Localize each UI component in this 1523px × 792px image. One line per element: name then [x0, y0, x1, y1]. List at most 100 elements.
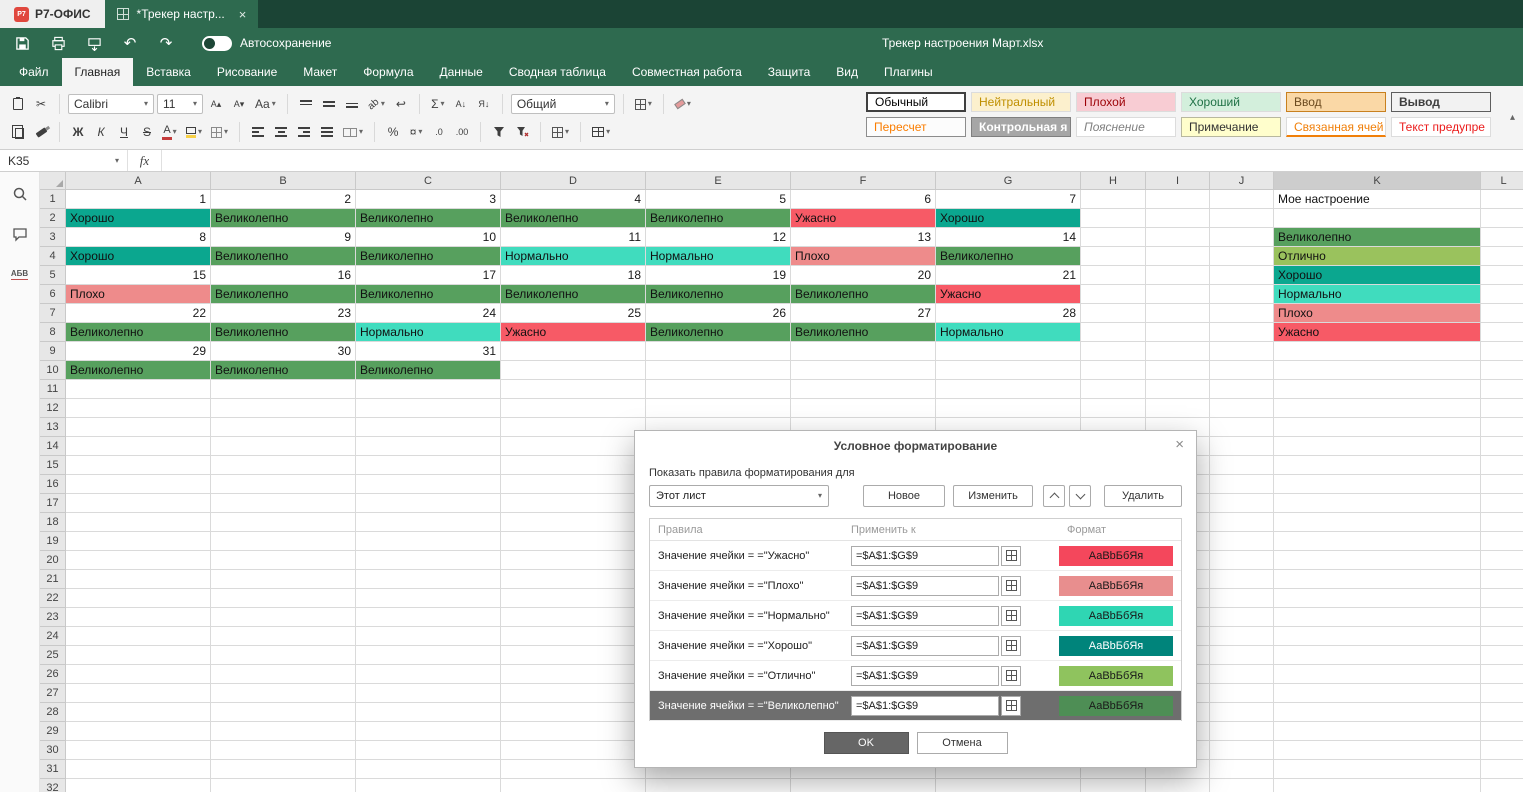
- cell-D27[interactable]: [501, 684, 646, 703]
- formula-input[interactable]: [162, 150, 1523, 171]
- cell-J15[interactable]: [1210, 456, 1274, 475]
- cell-A28[interactable]: [66, 703, 211, 722]
- cell-D30[interactable]: [501, 741, 646, 760]
- row-header-32[interactable]: 32: [40, 779, 66, 792]
- cell-L5[interactable]: [1481, 266, 1523, 285]
- cell-G1[interactable]: 7: [936, 190, 1081, 209]
- cell-K9[interactable]: [1274, 342, 1481, 361]
- rule-range-input[interactable]: [851, 636, 999, 656]
- cell-F7[interactable]: 27: [791, 304, 936, 323]
- merge-cells-button[interactable]: ▾: [340, 122, 366, 142]
- cell-D17[interactable]: [501, 494, 646, 513]
- column-header-H[interactable]: H: [1081, 172, 1146, 190]
- row-header-19[interactable]: 19: [40, 532, 66, 551]
- cell-C21[interactable]: [356, 570, 501, 589]
- cell-K21[interactable]: [1274, 570, 1481, 589]
- cell-I5[interactable]: [1146, 266, 1210, 285]
- row-header-2[interactable]: 2: [40, 209, 66, 228]
- cell-G12[interactable]: [936, 399, 1081, 418]
- cell-E7[interactable]: 26: [646, 304, 791, 323]
- column-header-E[interactable]: E: [646, 172, 791, 190]
- select-all-corner[interactable]: [40, 172, 66, 190]
- cell-A4[interactable]: Хорошо: [66, 247, 211, 266]
- cell-J9[interactable]: [1210, 342, 1274, 361]
- row-header-28[interactable]: 28: [40, 703, 66, 722]
- cell-B5[interactable]: 16: [211, 266, 356, 285]
- cell-L7[interactable]: [1481, 304, 1523, 323]
- cell-D21[interactable]: [501, 570, 646, 589]
- column-header-L[interactable]: L: [1481, 172, 1523, 190]
- row-header-27[interactable]: 27: [40, 684, 66, 703]
- cell-style-Нейтральный[interactable]: Нейтральный: [971, 92, 1071, 112]
- cell-C27[interactable]: [356, 684, 501, 703]
- cell-A30[interactable]: [66, 741, 211, 760]
- cell-J16[interactable]: [1210, 475, 1274, 494]
- cell-A13[interactable]: [66, 418, 211, 437]
- cell-J12[interactable]: [1210, 399, 1274, 418]
- cell-J30[interactable]: [1210, 741, 1274, 760]
- font-name-select[interactable]: Calibri▾: [68, 94, 154, 114]
- cell-D29[interactable]: [501, 722, 646, 741]
- cell-J7[interactable]: [1210, 304, 1274, 323]
- cell-J29[interactable]: [1210, 722, 1274, 741]
- sort-descending-button[interactable]: Я↓: [474, 94, 494, 114]
- decrease-decimal-button[interactable]: .0: [429, 122, 449, 142]
- cell-D3[interactable]: 11: [501, 228, 646, 247]
- cell-C9[interactable]: 31: [356, 342, 501, 361]
- cell-J22[interactable]: [1210, 589, 1274, 608]
- cell-I3[interactable]: [1146, 228, 1210, 247]
- cell-L2[interactable]: [1481, 209, 1523, 228]
- menu-tab-файл[interactable]: Файл: [6, 58, 62, 86]
- cell-K1[interactable]: Мое настроение: [1274, 190, 1481, 209]
- cell-C22[interactable]: [356, 589, 501, 608]
- cell-K4[interactable]: Отлично: [1274, 247, 1481, 266]
- cell-D18[interactable]: [501, 513, 646, 532]
- cell-D4[interactable]: Нормально: [501, 247, 646, 266]
- font-size-select[interactable]: 11▾: [157, 94, 203, 114]
- increase-font-button[interactable]: А▴: [206, 94, 226, 114]
- cell-K8[interactable]: Ужасно: [1274, 323, 1481, 342]
- row-header-11[interactable]: 11: [40, 380, 66, 399]
- cell-A5[interactable]: 15: [66, 266, 211, 285]
- sort-ascending-button[interactable]: А↓: [451, 94, 471, 114]
- row-header-23[interactable]: 23: [40, 608, 66, 627]
- cell-A14[interactable]: [66, 437, 211, 456]
- cell-B8[interactable]: Великолепно: [211, 323, 356, 342]
- cell-K2[interactable]: [1274, 209, 1481, 228]
- cell-D7[interactable]: 25: [501, 304, 646, 323]
- cell-style-Контрольная я[interactable]: Контрольная я: [971, 117, 1071, 137]
- row-header-31[interactable]: 31: [40, 760, 66, 779]
- menu-tab-защита[interactable]: Защита: [755, 58, 824, 86]
- row-header-7[interactable]: 7: [40, 304, 66, 323]
- cell-J27[interactable]: [1210, 684, 1274, 703]
- cell-A12[interactable]: [66, 399, 211, 418]
- cell-E2[interactable]: Великолепно: [646, 209, 791, 228]
- dialog-close-icon[interactable]: ×: [1175, 437, 1184, 452]
- cell-E32[interactable]: [646, 779, 791, 792]
- row-header-8[interactable]: 8: [40, 323, 66, 342]
- cell-I7[interactable]: [1146, 304, 1210, 323]
- cell-C12[interactable]: [356, 399, 501, 418]
- cell-K24[interactable]: [1274, 627, 1481, 646]
- menu-tab-совместная-работа[interactable]: Совместная работа: [619, 58, 755, 86]
- cell-B6[interactable]: Великолепно: [211, 285, 356, 304]
- cell-L6[interactable]: [1481, 285, 1523, 304]
- cell-B13[interactable]: [211, 418, 356, 437]
- cell-F5[interactable]: 20: [791, 266, 936, 285]
- cell-C4[interactable]: Великолепно: [356, 247, 501, 266]
- row-header-10[interactable]: 10: [40, 361, 66, 380]
- cell-L31[interactable]: [1481, 760, 1523, 779]
- cell-L23[interactable]: [1481, 608, 1523, 627]
- align-right-button[interactable]: [294, 122, 314, 142]
- menu-tab-сводная-таблица[interactable]: Сводная таблица: [496, 58, 619, 86]
- select-range-button[interactable]: [1001, 636, 1021, 656]
- rule-row-1[interactable]: Значение ячейки = ="Ужасно"АаВbБбЯя: [650, 541, 1181, 571]
- cell-C28[interactable]: [356, 703, 501, 722]
- cell-I9[interactable]: [1146, 342, 1210, 361]
- text-orientation-button[interactable]: ab▾: [365, 94, 388, 114]
- cell-D6[interactable]: Великолепно: [501, 285, 646, 304]
- cell-B32[interactable]: [211, 779, 356, 792]
- cell-C32[interactable]: [356, 779, 501, 792]
- cell-J4[interactable]: [1210, 247, 1274, 266]
- name-box[interactable]: K35 ▾: [0, 150, 128, 171]
